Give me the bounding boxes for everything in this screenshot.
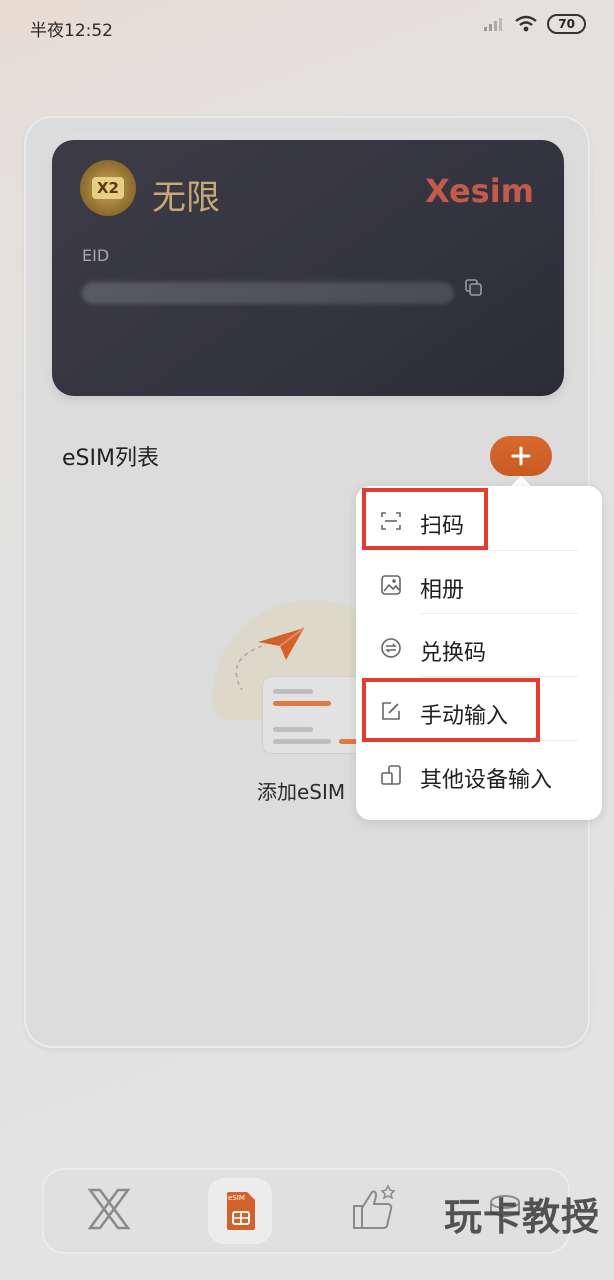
highlight-scan [362, 488, 488, 550]
status-time: 半夜12:52 [30, 21, 113, 41]
nav-item-recommend[interactable] [350, 1178, 400, 1244]
plan-badge: X2 [80, 160, 136, 216]
nav-label-esim: eSIM [228, 1194, 245, 1202]
menu-label-other-device: 其他设备输入 [420, 768, 553, 793]
menu-item-album[interactable]: 相册 [356, 554, 602, 617]
wifi-icon [515, 15, 538, 32]
battery-indicator: 70 [547, 14, 586, 34]
other-device-icon [381, 765, 401, 785]
menu-item-other-device[interactable]: 其他设备输入 [356, 744, 602, 807]
redeem-icon [381, 638, 401, 658]
menu-item-redeem[interactable]: 兑换码 [356, 617, 602, 680]
album-icon [381, 575, 401, 595]
plan-name: 无限 [152, 178, 220, 218]
menu-label-album: 相册 [420, 578, 465, 603]
menu-divider [420, 676, 578, 677]
badge-text: X2 [91, 177, 124, 199]
esim-list-title: eSIM列表 [62, 446, 159, 471]
eid-value-blurred [82, 282, 454, 304]
brand-logo: Xesim [425, 172, 534, 210]
cellular-signal-icon [484, 18, 503, 31]
status-bar: 半夜12:52 70 [0, 0, 614, 56]
x-logo-icon [87, 1188, 131, 1230]
thumbs-up-icon [353, 1184, 396, 1229]
highlight-manual-input [362, 678, 540, 742]
menu-divider [420, 550, 578, 551]
copy-icon[interactable] [464, 278, 484, 298]
status-icons: 70 [483, 14, 586, 34]
nav-item-home[interactable] [84, 1178, 134, 1244]
watermark-text: 玩卡教授 [444, 1195, 601, 1239]
menu-divider [420, 613, 578, 614]
menu-label-redeem: 兑换码 [420, 641, 487, 666]
nav-item-esim[interactable]: eSIM [208, 1178, 272, 1244]
plus-icon [511, 446, 531, 466]
empty-state-text: 添加eSIM [257, 780, 346, 804]
eid-label: EID [82, 246, 110, 265]
add-esim-button[interactable] [490, 436, 552, 476]
